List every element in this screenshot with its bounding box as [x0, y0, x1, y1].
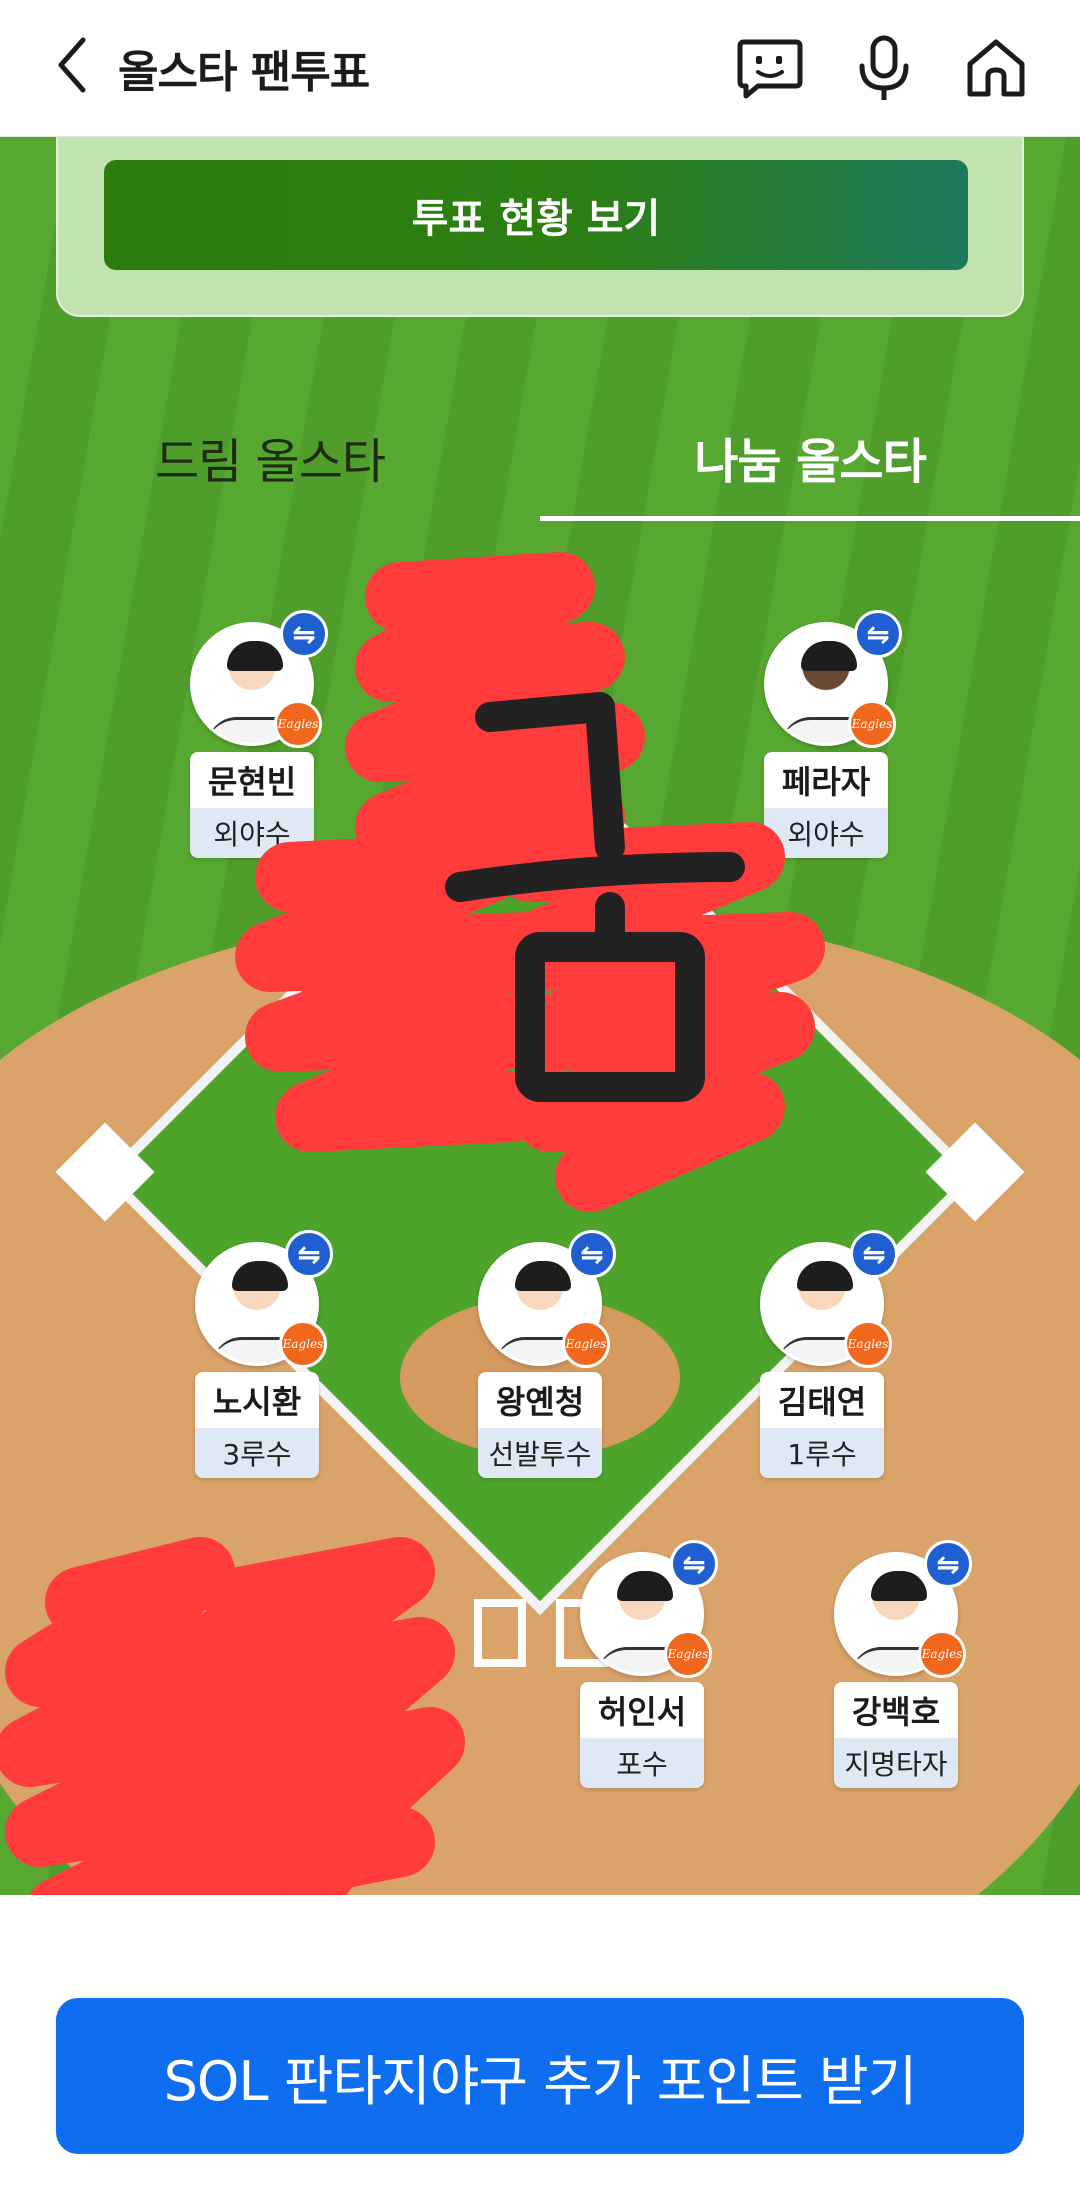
player-position: 1루수: [760, 1428, 884, 1478]
player-position: 선발투수: [478, 1428, 602, 1478]
sol-fantasy-points-button[interactable]: SOL 판타지야구 추가 포인트 받기: [56, 1998, 1024, 2154]
vote-status-button[interactable]: 투표 현황 보기: [104, 160, 968, 270]
redaction-scribble-left: [0, 1537, 465, 1895]
home-button[interactable]: [958, 30, 1034, 106]
back-button[interactable]: [42, 30, 102, 100]
back-icon: [58, 37, 86, 93]
player-name: 왕옌청: [478, 1372, 602, 1428]
vote-status-card: 투표 현황 보기: [56, 137, 1024, 317]
player-position: 포수: [580, 1738, 704, 1788]
field-lineup-area: 투표 현황 보기 드림 올스타 나눔 올스타 ⇋ Eagles 문현빈 외야수 …: [0, 137, 1080, 1895]
player-name: 허인서: [580, 1682, 704, 1738]
team-logo-icon: Eagles: [664, 1630, 712, 1678]
tab-nanum-allstar[interactable]: 나눔 올스타: [540, 407, 1080, 507]
swap-icon[interactable]: ⇋: [924, 1540, 972, 1588]
player-name: 강백호: [834, 1682, 958, 1738]
page-title: 올스타 팬투표: [118, 47, 370, 98]
voice-search-button[interactable]: [846, 30, 922, 106]
team-logo-icon: Eagles: [918, 1630, 966, 1678]
app-header: 올스타 팬투표: [0, 0, 1080, 137]
microphone-icon: [859, 35, 909, 100]
tab-selected-indicator: [540, 516, 1080, 521]
home-icon: [967, 39, 1025, 97]
chatbot-button[interactable]: [732, 30, 808, 106]
tab-dream-allstar[interactable]: 드림 올스타: [0, 407, 540, 507]
player-name: 김태연: [760, 1372, 884, 1428]
player-name: 노시환: [195, 1372, 319, 1428]
chat-bot-icon: [737, 39, 803, 99]
swap-icon[interactable]: ⇋: [670, 1540, 718, 1588]
player-position: 3루수: [195, 1428, 319, 1478]
player-position: 지명타자: [834, 1738, 958, 1788]
redaction-scribble-center: [235, 552, 825, 1212]
